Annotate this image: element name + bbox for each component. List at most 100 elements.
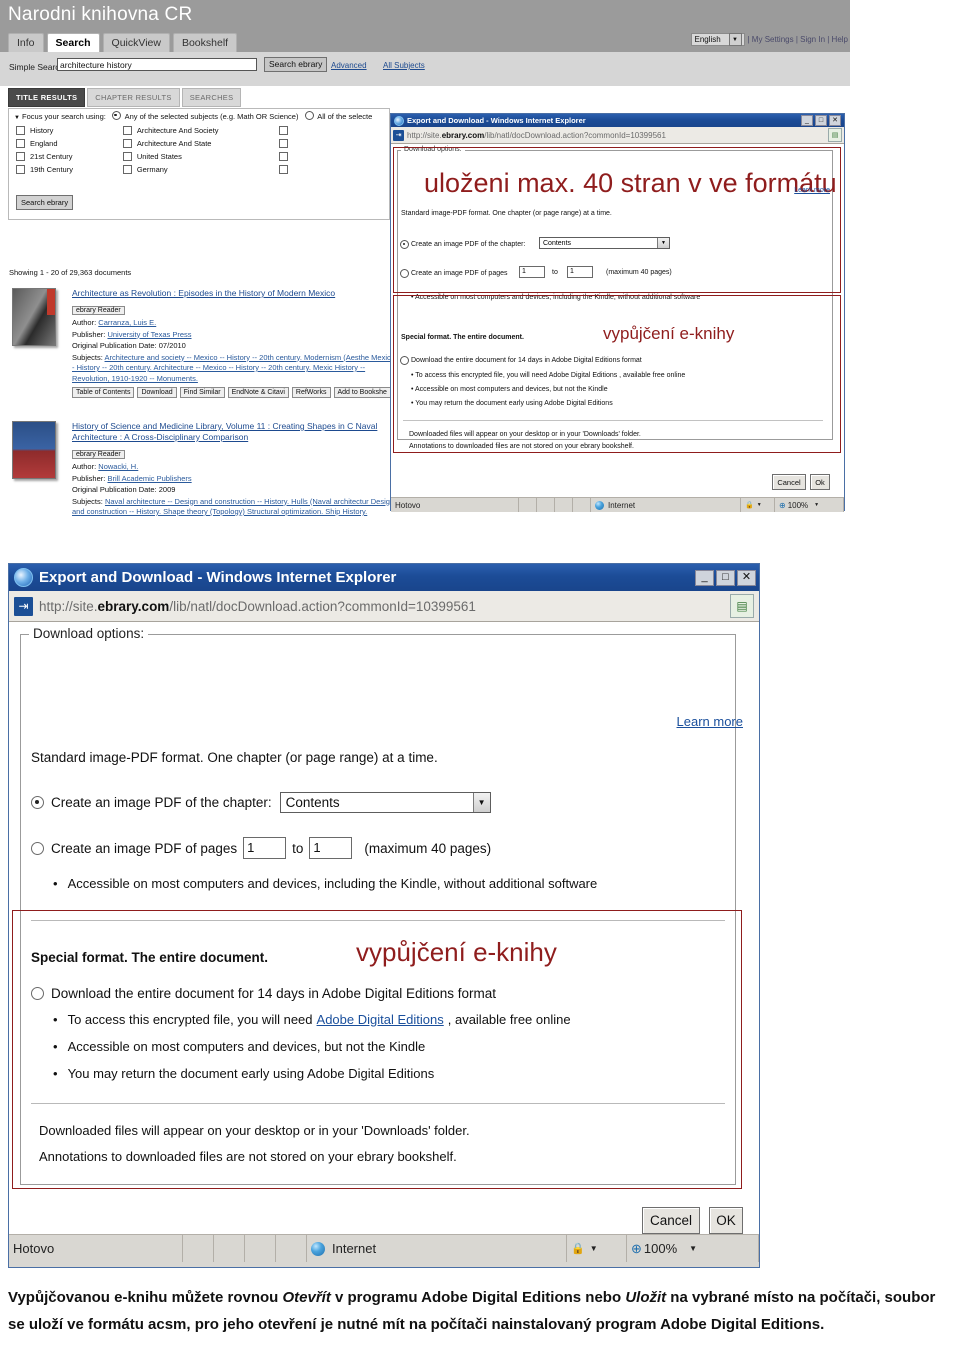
find-similar-button[interactable]: Find Similar — [179, 387, 225, 398]
radio-ade[interactable] — [31, 987, 44, 1000]
nav-tab-bookshelf[interactable]: Bookshelf — [172, 33, 238, 53]
option-chapter-row[interactable]: Create an image PDF of the chapter: Cont… — [31, 792, 491, 813]
book-cover-thumbnail[interactable] — [12, 288, 56, 346]
download-button[interactable]: Download — [137, 387, 177, 398]
learn-more-link[interactable]: Learn more — [677, 714, 743, 729]
tab-searches[interactable]: SEARCHES — [181, 88, 242, 107]
tab-chapter-results[interactable]: CHAPTER RESULTS — [87, 88, 180, 107]
radio-chapter[interactable] — [400, 240, 409, 249]
dialog-titlebar[interactable]: Export and Download - Windows Internet E… — [391, 114, 844, 127]
subjects-links[interactable]: Architecture and society -- Mexico -- Hi… — [72, 353, 399, 383]
option-ade-row[interactable]: Download the entire document for 14 days… — [31, 986, 496, 1001]
publisher-link[interactable]: Brill Academic Publishers — [107, 474, 191, 483]
pages-to-input[interactable]: 1 — [567, 266, 593, 278]
result-title-link[interactable]: Architecture as Revolution : Episodes in… — [72, 288, 400, 299]
pages-to-input[interactable]: 1 — [309, 837, 353, 859]
facet-item-england[interactable]: England — [16, 137, 123, 150]
radio-pages[interactable] — [31, 841, 44, 855]
checkbox-icon[interactable] — [16, 126, 25, 135]
chapter-select[interactable]: Contents ▼ — [279, 792, 491, 813]
dialog-address-bar[interactable]: ⇥ http://site.ebrary.com/lib/natl/docDow… — [9, 591, 759, 622]
checkbox-icon[interactable] — [122, 152, 132, 161]
go-icon[interactable]: ▤ — [828, 128, 842, 142]
facet-item-germany[interactable]: Germany — [122, 163, 279, 176]
add-to-bookshelf-button[interactable]: Add to Bookshe — [333, 387, 391, 398]
nav-tab-info[interactable]: Info — [8, 33, 44, 53]
checkbox-icon[interactable] — [122, 165, 132, 174]
facet-item-architecture-and-society[interactable]: Architecture And Society — [122, 124, 279, 137]
all-subjects-link[interactable]: All Subjects — [383, 61, 425, 70]
radio-ade[interactable] — [400, 356, 409, 365]
main-nav-tabs[interactable]: Info Search QuickView Bookshelf — [8, 33, 238, 53]
minimize-icon[interactable]: _ — [695, 569, 714, 586]
author-link[interactable]: Carranza, Luis E. — [98, 318, 156, 327]
maximize-icon[interactable]: □ — [815, 115, 827, 126]
dialog-titlebar[interactable]: Export and Download - Windows Internet E… — [9, 564, 759, 591]
checkbox-icon[interactable] — [122, 126, 132, 135]
checkbox-icon[interactable] — [122, 139, 132, 148]
export-download-dialog-large[interactable]: Export and Download - Windows Internet E… — [8, 563, 760, 1268]
status-zoom[interactable]: ⊕ 100% ▼ — [627, 1235, 759, 1262]
facet-item-architecture-and-state[interactable]: Architecture And State — [122, 137, 279, 150]
ok-button[interactable]: OK — [709, 1207, 743, 1234]
radio-pages[interactable] — [400, 269, 409, 278]
checkbox-icon[interactable] — [279, 165, 289, 174]
address-url[interactable]: http://site.ebrary.com/lib/natl/docDownl… — [39, 599, 476, 614]
maximize-icon[interactable]: □ — [716, 569, 735, 586]
tab-title-results[interactable]: TITLE RESULTS — [8, 88, 86, 107]
learn-more-link[interactable]: Learn more — [794, 187, 830, 194]
facet-item-hidden-1[interactable] — [279, 124, 386, 137]
chapter-select[interactable]: Contents ▼ — [539, 237, 670, 249]
option-pages-row[interactable]: Create an image PDF of pages 1 to 1 (max… — [31, 837, 491, 859]
facet-item-united-states[interactable]: United States — [122, 150, 279, 163]
status-protected-mode[interactable]: 🔒 ▼ — [741, 498, 775, 512]
result-tabs[interactable]: TITLE RESULTS CHAPTER RESULTS SEARCHES — [8, 88, 242, 107]
search-input[interactable]: architecture history — [57, 58, 257, 71]
minimize-icon[interactable]: _ — [801, 115, 813, 126]
radio-any-subjects[interactable] — [111, 111, 121, 120]
option-pages-row[interactable]: Create an image PDF of pages — [400, 269, 508, 278]
facet-item-hidden-2[interactable] — [279, 137, 386, 150]
result-title-link[interactable]: History of Science and Medicine Library,… — [72, 421, 400, 443]
search-ebrary-button[interactable]: Search ebrary — [264, 57, 328, 72]
checkbox-icon[interactable] — [16, 165, 25, 174]
cancel-button[interactable]: Cancel — [772, 474, 806, 490]
pages-from-input[interactable]: 1 — [243, 837, 287, 859]
facet-item-21st-century[interactable]: 21st Century — [16, 150, 123, 163]
dialog-address-bar[interactable]: ⇥ http://site.ebrary.com/lib/natl/docDow… — [391, 127, 844, 144]
facet-item-hidden-3[interactable] — [279, 150, 386, 163]
checkbox-icon[interactable] — [279, 152, 289, 161]
checkbox-icon[interactable] — [16, 152, 25, 161]
go-icon[interactable]: ▤ — [730, 594, 754, 618]
result-action-buttons[interactable]: Table of Contents Download Find Similar … — [72, 387, 400, 398]
endnote-citavi-button[interactable]: EndNote & Citavi — [227, 387, 289, 398]
nav-tab-quickview[interactable]: QuickView — [102, 33, 170, 53]
close-icon[interactable]: ✕ — [737, 569, 756, 586]
status-protected-mode[interactable]: 🔒 ▼ — [567, 1235, 627, 1262]
subjects-links[interactable]: Naval architecture -- Design and constru… — [72, 497, 394, 517]
checkbox-icon[interactable] — [16, 139, 25, 148]
publisher-link[interactable]: University of Texas Press — [107, 330, 191, 339]
window-controls[interactable]: _ □ ✕ — [695, 569, 757, 586]
address-url[interactable]: http://site.ebrary.com/lib/natl/docDownl… — [407, 131, 666, 140]
facet-item-history[interactable]: History — [16, 124, 123, 137]
export-download-dialog-small[interactable]: Export and Download - Windows Internet E… — [390, 113, 845, 512]
window-controls[interactable]: _ □ ✕ — [801, 115, 842, 126]
facet-item-hidden-4[interactable] — [279, 163, 386, 176]
header-links[interactable]: | My Settings | Sign In | Help — [748, 35, 849, 44]
close-icon[interactable]: ✕ — [829, 115, 841, 126]
option-chapter-row[interactable]: Create an image PDF of the chapter: — [400, 240, 525, 249]
ok-button[interactable]: Ok — [810, 474, 830, 490]
adobe-digital-editions-link[interactable]: Adobe Digital Editions — [317, 1012, 444, 1027]
ebrary-reader-badge[interactable]: ebrary Reader — [72, 306, 125, 315]
author-link[interactable]: Nowacki, H. — [98, 462, 138, 471]
pages-from-input[interactable]: 1 — [519, 266, 545, 278]
book-cover-thumbnail[interactable] — [12, 421, 56, 479]
language-select[interactable]: English ▼ — [690, 33, 745, 46]
table-of-contents-button[interactable]: Table of Contents — [72, 387, 135, 398]
facet-item-19th-century[interactable]: 19th Century — [16, 163, 123, 176]
ebrary-reader-badge[interactable]: ebrary Reader — [72, 450, 125, 459]
option-ade-row[interactable]: Download the entire document for 14 days… — [400, 356, 642, 365]
cancel-button[interactable]: Cancel — [642, 1207, 700, 1234]
checkbox-icon[interactable] — [279, 139, 289, 148]
